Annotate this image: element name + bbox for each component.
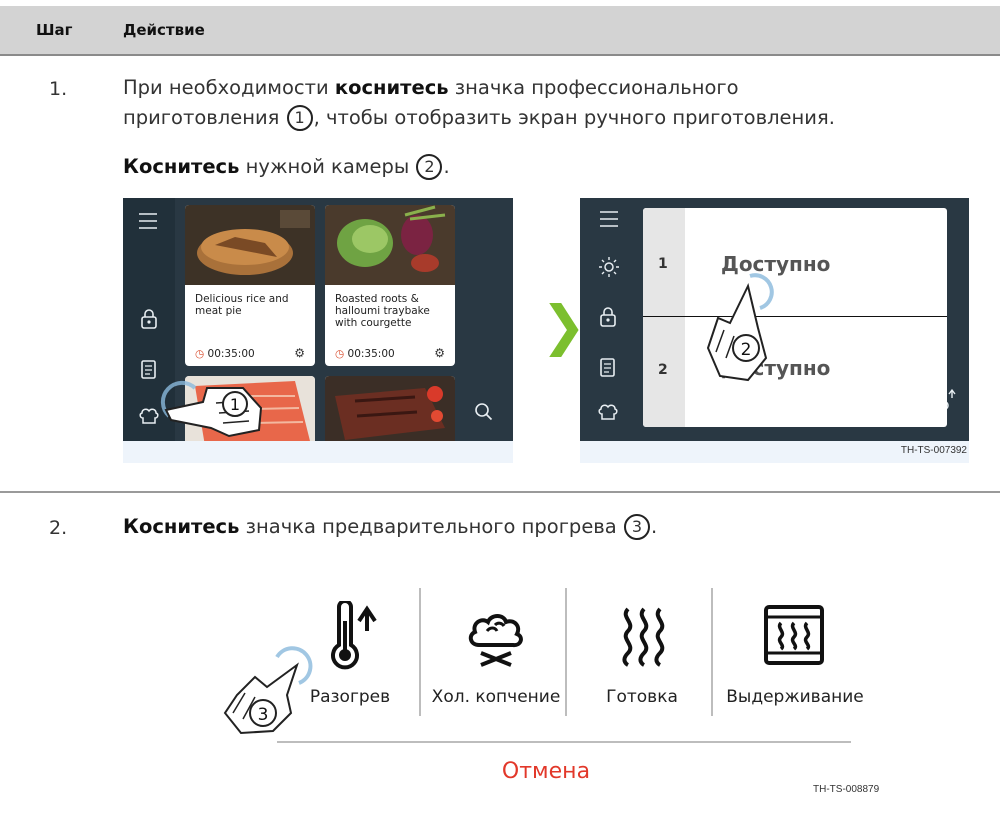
step1-instruction: При необходимости коснитесь значка профе…: [123, 73, 983, 133]
chamber-number: 2: [658, 362, 668, 378]
steak-image: [325, 376, 455, 441]
sun-icon[interactable]: [598, 256, 620, 278]
divider: [711, 588, 713, 716]
text: значка предварительного прогрева: [239, 515, 623, 538]
menu-icon[interactable]: [598, 208, 620, 230]
step-number-1: 1.: [49, 78, 68, 100]
option-label: Готовка: [606, 687, 678, 707]
lock-icon[interactable]: [598, 306, 618, 328]
emphasis: коснитесь: [334, 76, 449, 99]
option-cook[interactable]: Готовка: [569, 561, 715, 721]
clock-icon: ◷: [335, 348, 345, 360]
chef-hat-icon[interactable]: [597, 400, 619, 422]
option-label: Хол. копчение: [431, 687, 561, 707]
roasted-roots-image: [325, 205, 455, 285]
recipe-card[interactable]: [325, 376, 455, 441]
figure-select-chamber: Delicious rice and meat pie ◷ 00:35:00 ⚙…: [123, 198, 969, 463]
column-header-action: Действие: [123, 21, 205, 39]
callout-1-label: 1: [230, 395, 240, 414]
recipe-time-value: 00:35:00: [347, 348, 395, 360]
recipe-card[interactable]: Roasted roots & halloumi traybake with c…: [325, 205, 455, 366]
tap-hand-callout-1: 1: [160, 380, 263, 438]
emphasis: Коснитесь: [123, 515, 240, 538]
callout-1-badge: 1: [286, 105, 313, 131]
gear-icon[interactable]: ⚙: [434, 346, 445, 360]
hold-warm-icon: [764, 605, 824, 665]
gear-icon[interactable]: ⚙: [294, 346, 305, 360]
chamber-screen: 1 Доступно 2 Доступно 2: [580, 198, 969, 441]
callout-2-badge: 2: [416, 154, 443, 180]
preheat-thermometer-icon: [331, 601, 377, 670]
preheat-menu: Разогрев Хол. копчение Готовка Выдержива…: [123, 561, 969, 803]
chamber-number: 1: [658, 256, 668, 272]
text: .: [650, 515, 658, 538]
divider: [565, 588, 567, 716]
step2-instruction: Коснитесь значка предварительного прогре…: [123, 512, 657, 542]
recipe-title: Delicious rice and meat pie: [195, 293, 289, 317]
figure-code: TH-TS-007392: [900, 445, 967, 456]
figure-code: TH-TS-008879: [813, 784, 880, 795]
recipe-card[interactable]: Delicious rice and meat pie ◷ 00:35:00 ⚙: [185, 205, 315, 366]
chamber-number-column: [643, 208, 685, 427]
text: приготовления: [123, 106, 286, 129]
option-label: Выдерживание: [726, 687, 864, 707]
lock-icon[interactable]: [139, 308, 159, 330]
text: , чтобы отобразить экран ручного пригото…: [313, 106, 835, 129]
option-cold-smoke[interactable]: Хол. копчение: [423, 561, 569, 721]
emphasis: Коснитесь: [123, 155, 240, 178]
text: нужной камеры: [239, 155, 416, 178]
figure-preheat: Разогрев Хол. копчение Готовка Выдержива…: [123, 561, 969, 803]
menu-icon[interactable]: [137, 210, 159, 232]
divider: [277, 741, 851, 743]
text: .: [443, 155, 450, 178]
text: При необходимости: [123, 76, 335, 99]
step-number-2: 2.: [49, 517, 68, 539]
recipe-title: Roasted roots & halloumi traybake with c…: [335, 293, 430, 329]
recipe-book-icon[interactable]: [598, 356, 618, 378]
step1-instruction-2: Коснитесь нужной камеры 2.: [123, 152, 450, 182]
tap-hand-callout-3: 3: [223, 646, 313, 735]
recipe-time: ◷ 00:35:00: [335, 348, 395, 360]
option-hold[interactable]: Выдерживание: [715, 561, 875, 721]
heat-waves-icon: [622, 607, 665, 667]
meat-pie-image: [185, 205, 315, 285]
recipe-screen: Delicious rice and meat pie ◷ 00:35:00 ⚙…: [123, 198, 513, 441]
callout-3-label: 3: [258, 705, 269, 725]
search-icon[interactable]: [473, 401, 495, 423]
text: значка профессионального: [448, 76, 739, 99]
tap-hand-callout-2: 2: [706, 273, 774, 382]
table-header: Шаг Действие: [0, 6, 1000, 56]
callout-3-badge: 3: [623, 514, 650, 540]
cancel-button[interactable]: Отмена: [123, 759, 969, 784]
cold-smoke-icon: [468, 614, 523, 667]
row-divider: [0, 491, 1000, 493]
column-header-step: Шаг: [36, 21, 73, 39]
divider: [419, 588, 421, 716]
callout-2-label: 2: [741, 340, 752, 360]
